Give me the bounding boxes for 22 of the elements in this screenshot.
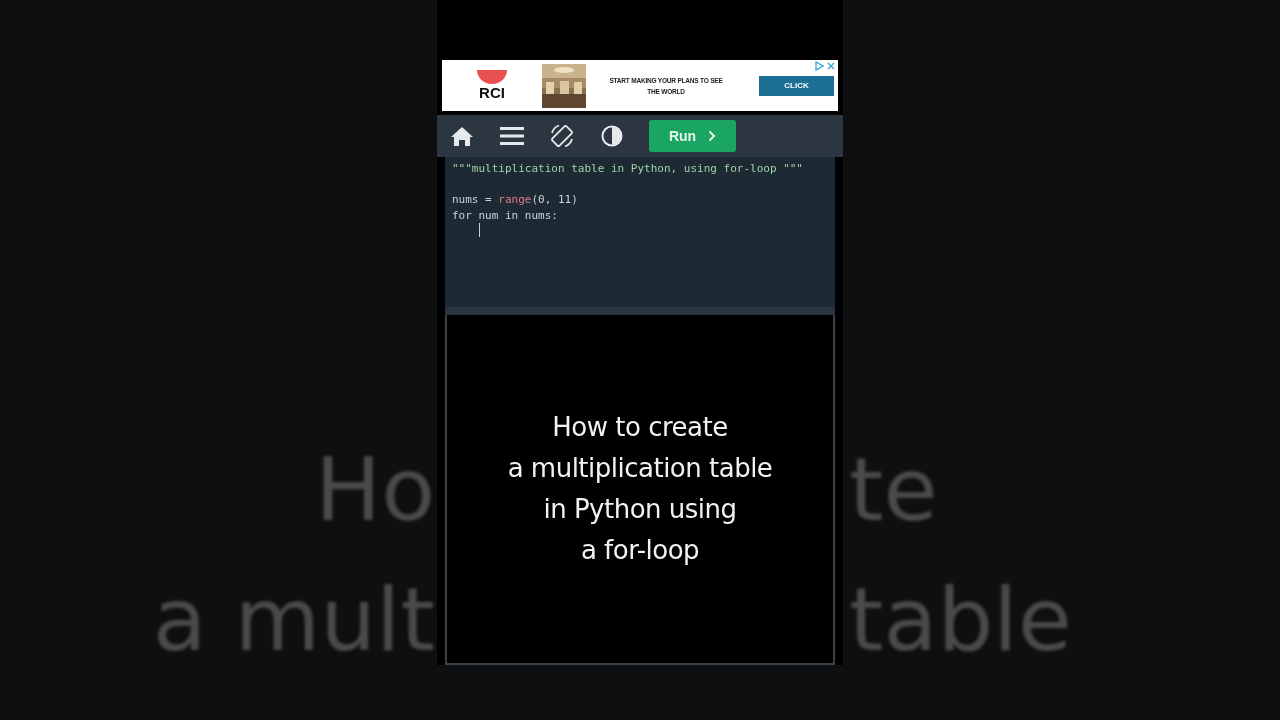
blurred-text: Ho xyxy=(315,440,435,540)
blurred-text: table xyxy=(849,570,1072,670)
text-cursor xyxy=(479,223,480,237)
close-icon[interactable] xyxy=(826,61,836,71)
ad-click-button[interactable]: CLICK xyxy=(759,75,834,96)
caption-line: How to create xyxy=(551,411,729,444)
contrast-icon[interactable] xyxy=(599,123,625,149)
code-line: nums = range(0, 11) xyxy=(452,192,578,208)
caption-line: a for-loop xyxy=(579,534,701,567)
code-editor[interactable]: """multiplication table in Python, using for-loop """ nums = range(0, 11) for num in nums: xyxy=(445,157,835,307)
semicircle-logo-icon xyxy=(477,70,507,84)
code-line: for num in nums: xyxy=(452,207,558,223)
run-button[interactable]: Run xyxy=(649,120,736,152)
caption-line: a multiplication table xyxy=(507,452,773,485)
chevron-icon xyxy=(708,130,717,142)
code-line: """multiplication table in Python, using for-loop """ xyxy=(452,161,803,177)
caption-line: in Python using xyxy=(542,493,738,526)
blurred-text: a mult xyxy=(152,570,435,670)
play-icon[interactable] xyxy=(814,61,824,71)
brand-name: RCI xyxy=(479,84,505,101)
rotate-icon[interactable] xyxy=(549,123,575,149)
blurred-text: te xyxy=(849,440,938,540)
